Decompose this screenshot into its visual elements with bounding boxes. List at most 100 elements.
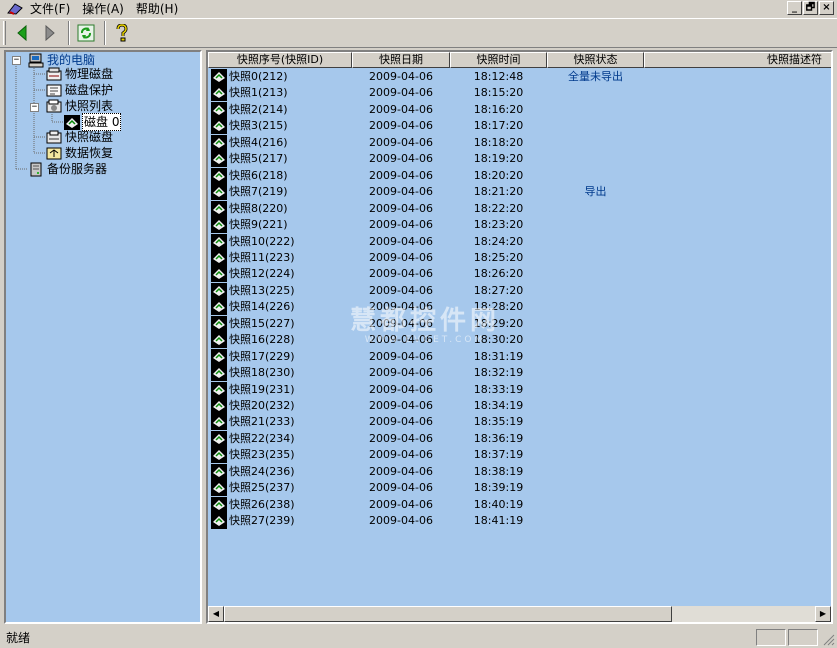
snapshot-date: 2009-04-06 (369, 152, 433, 166)
snapshot-row[interactable]: 快照8(220) 2009-04-06 18:22:20 (208, 200, 831, 217)
menu-file[interactable]: 文件(F) (24, 1, 76, 17)
snapshot-row[interactable]: 快照14(226) 2009-04-06 18:28:20 (208, 299, 831, 316)
snapshot-status (547, 349, 644, 365)
snapshot-row[interactable]: 快照2(214) 2009-04-06 18:16:20 (208, 101, 831, 118)
snapshot-status (547, 382, 644, 398)
snapshot-date: 2009-04-06 (369, 283, 433, 297)
help-button[interactable] (110, 21, 134, 45)
snapshot-row[interactable]: 快照19(231) 2009-04-06 18:33:19 (208, 381, 831, 398)
snapshot-row[interactable]: 快照0(212) 2009-04-06 18:12:48 全量未导出 (208, 69, 831, 85)
snapshot-date: 2009-04-06 (369, 431, 433, 445)
snapshot-row[interactable]: 快照15(227) 2009-04-06 18:29:20 (208, 315, 831, 332)
menu-help[interactable]: 帮助(H) (130, 1, 184, 17)
snapshot-row[interactable]: 快照17(229) 2009-04-06 18:31:19 (208, 348, 831, 365)
snapshot-time: 18:36:19 (473, 431, 524, 445)
back-arrow-icon (17, 25, 27, 41)
snapshot-name: 快照3(215) (229, 119, 288, 133)
snapshot-row[interactable]: 快照23(235) 2009-04-06 18:37:19 (208, 447, 831, 464)
snapshot-row[interactable]: 快照16(228) 2009-04-06 18:30:20 (208, 332, 831, 349)
snapshot-row[interactable]: 快照26(238) 2009-04-06 18:40:19 (208, 496, 831, 513)
snapshot-name: 快照21(233) (229, 415, 295, 429)
physical-disk-icon (46, 67, 62, 80)
status-bar: 就绪 (0, 626, 837, 648)
menu-action[interactable]: 操作(A) (76, 1, 130, 17)
snapshot-row[interactable]: 快照21(233) 2009-04-06 18:35:19 (208, 414, 831, 431)
snapshot-date: 2009-04-06 (369, 333, 433, 347)
snapshot-name: 快照7(219) (229, 185, 288, 199)
disk-icon (64, 114, 80, 130)
snapshot-row[interactable]: 快照24(236) 2009-04-06 18:38:19 (208, 463, 831, 480)
column-header-status[interactable]: 快照状态 (547, 52, 644, 68)
column-header-date[interactable]: 快照日期 (352, 52, 450, 68)
snapshot-row[interactable]: 快照10(222) 2009-04-06 18:24:20 (208, 233, 831, 250)
snapshot-time: 18:34:19 (473, 399, 524, 412)
snapshot-row[interactable]: 快照1(213) 2009-04-06 18:15:20 (208, 85, 831, 102)
snapshot-row[interactable]: 快照3(215) 2009-04-06 18:17:20 (208, 118, 831, 135)
snapshot-time: 18:17:20 (473, 119, 524, 133)
toolbar-grip[interactable] (3, 21, 6, 45)
snapshot-icon (211, 85, 227, 102)
snapshot-name: 快照20(232) (229, 399, 295, 412)
snapshot-status (547, 332, 644, 348)
back-button[interactable] (10, 21, 34, 45)
snapshot-icon (211, 266, 227, 283)
snapshot-status (547, 414, 644, 430)
forward-button[interactable] (38, 21, 62, 45)
status-panel (788, 629, 818, 646)
snapshot-row[interactable]: 快照20(232) 2009-04-06 18:34:19 (208, 398, 831, 414)
column-header-description[interactable]: 快照描述符 (644, 52, 831, 68)
snapshot-row[interactable]: 快照11(223) 2009-04-06 18:25:20 (208, 249, 831, 266)
forward-arrow-icon (45, 25, 55, 41)
snapshot-time: 18:29:20 (473, 316, 524, 330)
snapshot-row[interactable]: 快照5(217) 2009-04-06 18:19:20 (208, 151, 831, 168)
snapshot-name: 快照13(225) (229, 283, 295, 297)
tree-label: 备份服务器 (47, 162, 108, 176)
tree-item-data-restore[interactable]: 数据恢复 (46, 145, 114, 161)
column-header-time[interactable]: 快照时间 (450, 52, 547, 68)
snapshot-row[interactable]: 快照7(219) 2009-04-06 18:21:20 导出 (208, 184, 831, 201)
snapshot-row[interactable]: 快照9(221) 2009-04-06 18:23:20 (208, 217, 831, 234)
column-header-snapshot-id[interactable]: 快照序号(快照ID) (208, 52, 352, 68)
snapshot-row[interactable]: 快照13(225) 2009-04-06 18:27:20 (208, 282, 831, 299)
tree-item-snapshot-list[interactable]: 快照列表 (46, 98, 114, 114)
snapshot-row[interactable]: 快照18(230) 2009-04-06 18:32:19 (208, 365, 831, 382)
horizontal-scrollbar[interactable]: ◀ ▶ (208, 606, 831, 622)
snapshot-row[interactable]: 快照27(239) 2009-04-06 18:41:19 (208, 513, 831, 530)
toolbar (0, 18, 837, 48)
snapshot-date: 2009-04-06 (369, 514, 433, 528)
tree-item-disk-protect[interactable]: 磁盘保护 (46, 82, 114, 98)
tree-item-backup-server[interactable]: 备份服务器 (28, 161, 108, 177)
tree-item-snapshot-disk[interactable]: 快照磁盘 (46, 129, 114, 145)
snapshot-row[interactable]: 快照6(218) 2009-04-06 18:20:20 (208, 167, 831, 184)
snapshot-time: 18:38:19 (473, 464, 524, 478)
scrollbar-thumb[interactable] (224, 606, 672, 622)
resize-grip-icon[interactable] (823, 634, 835, 646)
snapshot-date: 2009-04-06 (369, 399, 433, 412)
snapshot-icon (211, 480, 227, 497)
close-button[interactable]: × (819, 1, 834, 15)
tree-pane[interactable]: − 我的电脑 物理磁盘 磁盘保护 − 快照列表 磁盘 0 快照磁盘 数据恢复 备… (4, 50, 202, 624)
toolbar-separator (68, 21, 70, 45)
snapshot-date: 2009-04-06 (369, 102, 433, 116)
snapshot-row[interactable]: 快照12(224) 2009-04-06 18:26:20 (208, 266, 831, 283)
collapse-snapshot-list-toggle[interactable]: − (30, 103, 39, 112)
scroll-right-button[interactable]: ▶ (815, 606, 831, 622)
collapse-root-toggle[interactable]: − (12, 56, 21, 65)
snapshot-name: 快照4(216) (229, 135, 288, 149)
refresh-button[interactable] (74, 21, 98, 45)
snapshot-date: 2009-04-06 (369, 135, 433, 149)
tree-item-physical-disk[interactable]: 物理磁盘 (46, 66, 114, 82)
snapshot-time: 18:32:19 (473, 366, 524, 380)
snapshot-icon (211, 134, 227, 151)
scroll-left-button[interactable]: ◀ (208, 606, 224, 622)
snapshot-row[interactable]: 快照4(216) 2009-04-06 18:18:20 (208, 134, 831, 151)
minimize-button[interactable]: _ (787, 1, 802, 15)
snapshot-row[interactable]: 快照22(234) 2009-04-06 18:36:19 (208, 430, 831, 447)
snapshot-date: 2009-04-06 (369, 481, 433, 495)
snapshot-row[interactable]: 快照25(237) 2009-04-06 18:39:19 (208, 480, 831, 497)
restore-button[interactable]: 🗗 (803, 1, 818, 15)
tree-item-disk0[interactable]: 磁盘 0 (64, 113, 122, 131)
snapshot-icon (211, 348, 227, 365)
snapshot-icon (211, 69, 227, 85)
snapshot-list-view[interactable]: 快照序号(快照ID) 快照日期 快照时间 快照状态 快照描述符 快照0(212)… (206, 50, 833, 624)
